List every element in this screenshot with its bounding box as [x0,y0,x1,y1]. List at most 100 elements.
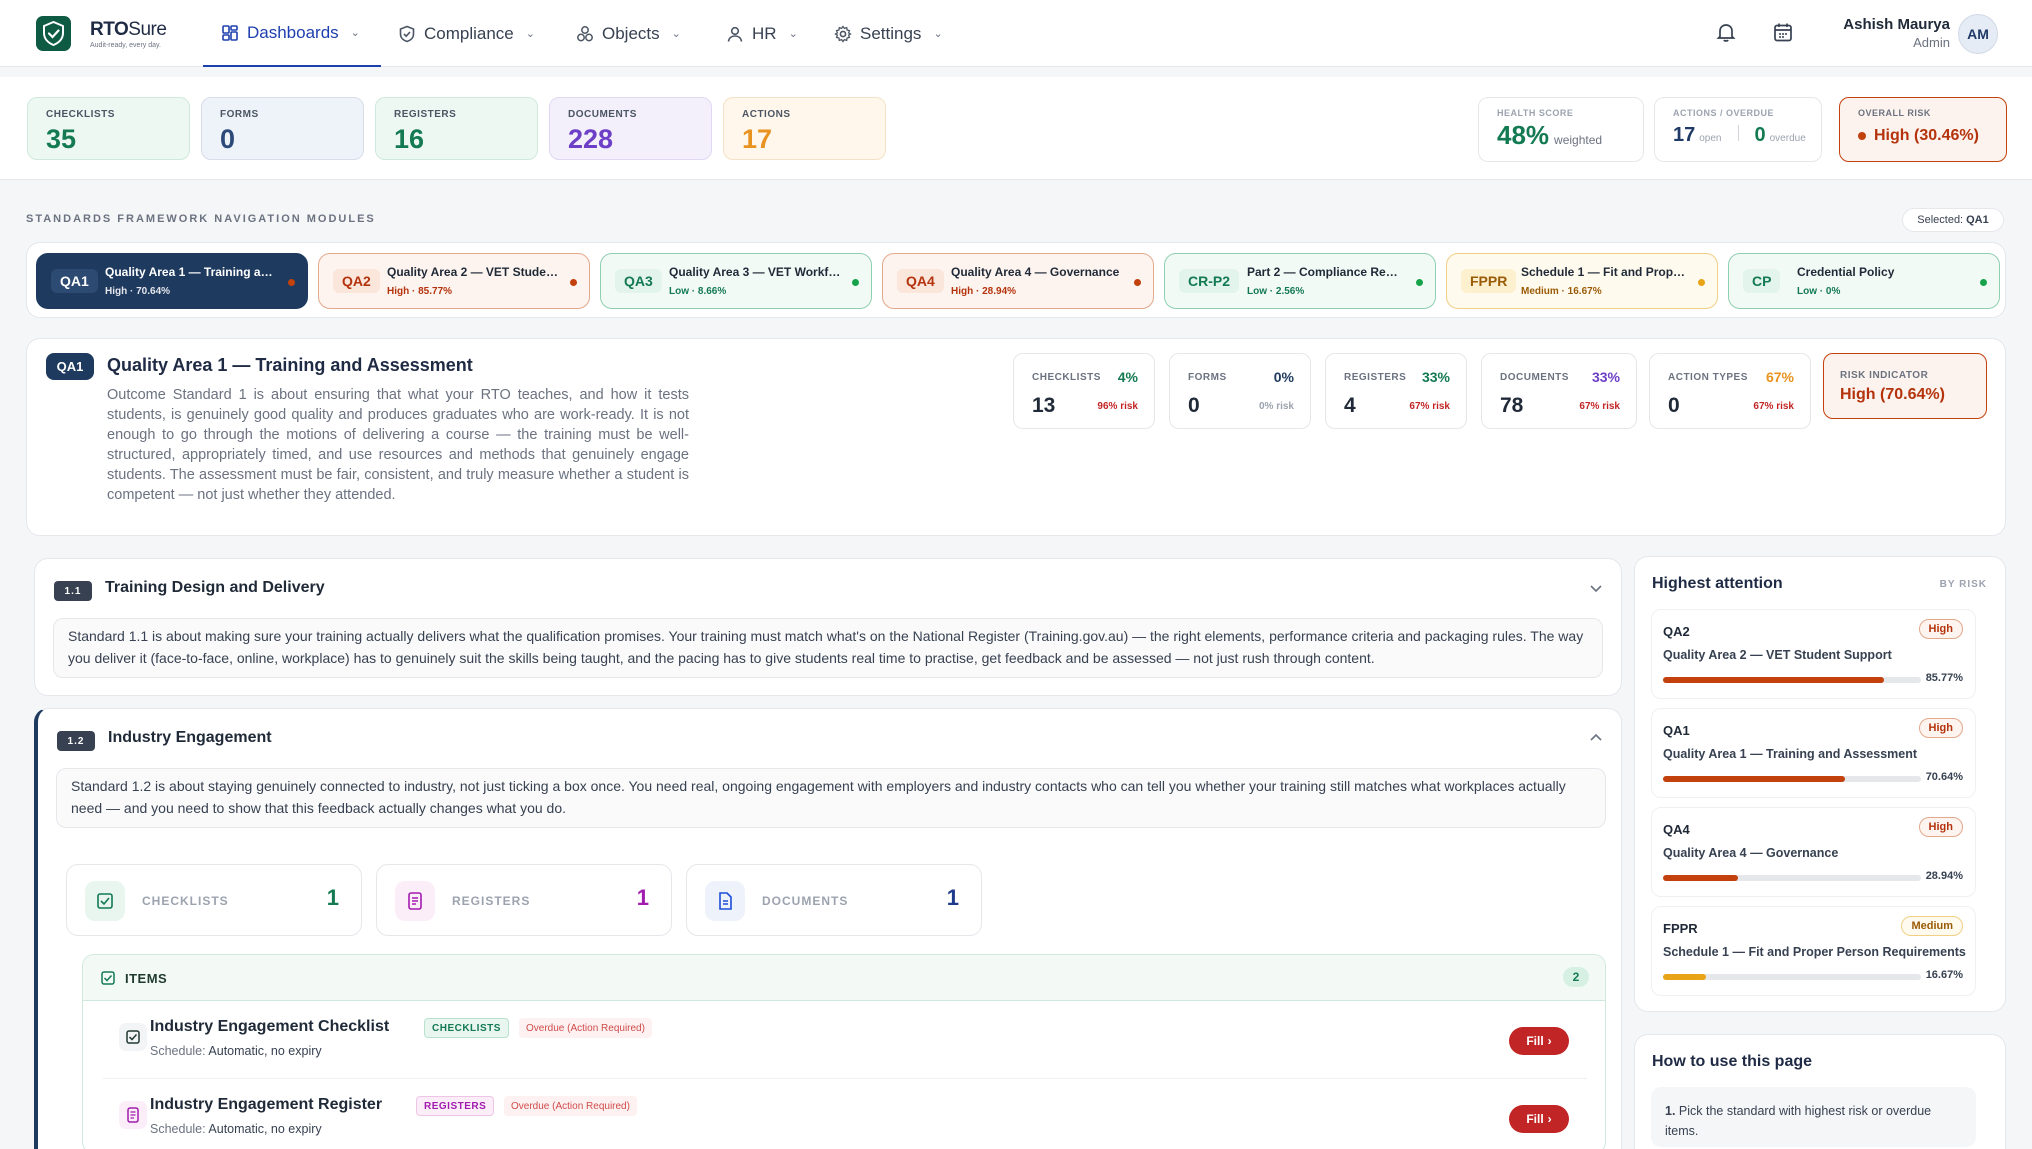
module-code: CR-P2 [1179,269,1240,293]
stat-label: REGISTERS [394,109,457,120]
content-type-count: 1 [636,885,649,910]
detail-stat-risk: 0% risk [1258,401,1294,412]
content-type-label: CHECKLISTS [142,894,229,908]
risk-indicator-value: High (70.64%) [1840,386,1945,403]
attention-code: FPPR [1663,921,1698,936]
brand-logo[interactable]: RTOSure Audit-ready, every day. [90,19,167,49]
health-score-suffix: weighted [1554,133,1603,147]
divider [1737,125,1739,141]
nav-hr-label: HR [752,23,777,43]
actions-open-count: 17 [1673,124,1696,146]
stat-checklists[interactable]: CHECKLISTS 35 [27,97,190,160]
stat-forms[interactable]: FORMS 0 [201,97,364,160]
checkbox-icon [85,881,125,921]
detail-stat-label: REGISTERS [1344,372,1407,383]
section-number: 1.1 [54,581,92,601]
logo-shield-icon[interactable] [36,16,71,51]
attention-item-qa2[interactable]: QA2 High Quality Area 2 — VET Student Su… [1651,609,1976,699]
module-tab-qa3[interactable]: QA3 Quality Area 3 — VET Workforce Low ·… [600,253,872,309]
attention-code: QA1 [1663,723,1690,738]
howto-step-text: Pick the standard with highest risk or o… [1665,1104,1932,1138]
module-tab-qa4[interactable]: QA4 Quality Area 4 — Governance High · 2… [882,253,1154,309]
selected-module-pill: Selected: QA1 [1902,208,2004,232]
calendar-icon[interactable] [1772,21,1794,43]
list-item[interactable]: Industry Engagement Checklist CHECKLISTS… [103,1001,1587,1079]
nav-objects[interactable]: Objects ⌄ [576,0,681,67]
item-type-tag: CHECKLISTS [424,1018,509,1038]
list-item[interactable]: Industry Engagement Register REGISTERS O… [103,1079,1587,1149]
detail-stat-label: FORMS [1188,372,1227,383]
fill-button[interactable]: Fill › [1509,1027,1569,1055]
attention-pct: 28.94% [1925,870,1963,882]
module-tab-fppr[interactable]: FPPR Schedule 1 — Fit and Proper Person … [1446,253,1718,309]
detail-stat-forms[interactable]: FORMS 0% 0 0% risk [1169,353,1311,429]
actions-overdue-text: overdue [1769,133,1806,144]
section-1-1-card[interactable]: 1.1 Training Design and Delivery Standar… [34,558,1622,696]
fill-button[interactable]: Fill › [1509,1105,1569,1133]
attention-progress-fill [1663,677,1885,683]
attention-item-qa1[interactable]: QA1 High Quality Area 1 — Training and A… [1651,708,1976,798]
nav-settings[interactable]: Settings ⌄ [834,0,943,67]
nav-compliance[interactable]: Compliance ⌄ [398,0,535,67]
schedule-value: Automatic, no expiry [208,1122,322,1136]
module-code: QA2 [333,269,380,293]
register-icon [119,1101,147,1129]
item-title[interactable]: Industry Engagement Register [150,1096,382,1114]
module-title: Quality Area 2 — VET Student Support [387,265,559,279]
detail-stat-registers[interactable]: REGISTERS 33% 4 67% risk [1325,353,1467,429]
bell-icon[interactable] [1715,21,1737,43]
chevron-down-icon[interactable] [1589,583,1603,593]
stat-label: ACTIONS [742,109,791,120]
user-icon [727,26,743,42]
module-tab-cp[interactable]: CP Credential Policy Low · 0% [1728,253,2000,309]
module-tab-qa2[interactable]: QA2 Quality Area 2 — VET Student Support… [318,253,590,309]
section-description: Standard 1.1 is about making sure your t… [53,618,1603,678]
item-title[interactable]: Industry Engagement Checklist [150,1018,389,1036]
items-header-label: ITEMS [125,971,168,986]
attention-progress-fill [1663,776,1846,782]
health-score-label: HEALTH SCORE [1497,108,1574,118]
risk-dot-icon [288,279,295,286]
content-type-documents[interactable]: DOCUMENTS 1 [686,864,982,936]
nav-dashboards-label: Dashboards [247,22,339,42]
content-type-registers[interactable]: REGISTERS 1 [376,864,672,936]
brand-tagline: Audit-ready, every day. [90,42,161,49]
attention-item-fppr[interactable]: FPPR Medium Schedule 1 — Fit and Proper … [1651,906,1976,996]
chevron-up-icon[interactable] [1589,733,1603,743]
checkbox-icon [101,971,115,985]
attention-pct: 85.77% [1925,672,1963,684]
nav-dashboards[interactable]: Dashboards ⌄ [203,0,381,67]
detail-stat-documents[interactable]: DOCUMENTS 33% 78 67% risk [1481,353,1637,429]
shield-icon [399,25,415,42]
howto-step-number: 1. [1665,1104,1676,1118]
detail-stat-pct: 33% [1591,369,1620,385]
selected-code: QA1 [1966,214,1989,226]
attention-name: Quality Area 2 — VET Student Support [1663,648,1892,662]
module-tab-cr-p2[interactable]: CR-P2 Part 2 — Compliance Requirements L… [1164,253,1436,309]
stat-registers[interactable]: REGISTERS 16 [375,97,538,160]
module-detail-card: QA1 Quality Area 1 — Training and Assess… [26,338,2006,536]
brand-name-a: RTO [90,19,129,40]
module-code: CP [1743,269,1781,293]
detail-stat-num: 0 [1188,394,1200,417]
stat-value: 35 [46,124,77,154]
detail-stat-risk: 67% risk [1409,401,1450,412]
module-tab-qa1[interactable]: QA1 Quality Area 1 — Training and Assess… [36,253,308,309]
detail-stat-checklists[interactable]: CHECKLISTS 4% 13 96% risk [1013,353,1155,429]
attention-item-qa4[interactable]: QA4 High Quality Area 4 — Governance 28.… [1651,807,1976,897]
brand-name: RTOSure [90,19,167,41]
content-type-checklists[interactable]: CHECKLISTS 1 [66,864,362,936]
overall-risk-card: OVERALL RISK High (30.46%) [1839,97,2007,162]
detail-title: Quality Area 1 — Training and Assessment [107,355,473,375]
risk-dot-icon [1980,279,1987,286]
stat-actions[interactable]: ACTIONS 17 [723,97,886,160]
schedule-label: Schedule: [150,1122,206,1136]
attention-progress-bar [1663,974,1921,980]
detail-stat-action-types[interactable]: ACTION TYPES 67% 0 67% risk [1649,353,1811,429]
nav-hr[interactable]: HR ⌄ [726,0,798,67]
actions-overdue-count: 0 [1754,124,1766,146]
attention-name: Schedule 1 — Fit and Proper Person Requi… [1663,945,1966,959]
stat-documents[interactable]: DOCUMENTS 228 [549,97,712,160]
avatar[interactable]: AM [1958,14,1998,54]
detail-stat-num: 13 [1032,394,1056,417]
